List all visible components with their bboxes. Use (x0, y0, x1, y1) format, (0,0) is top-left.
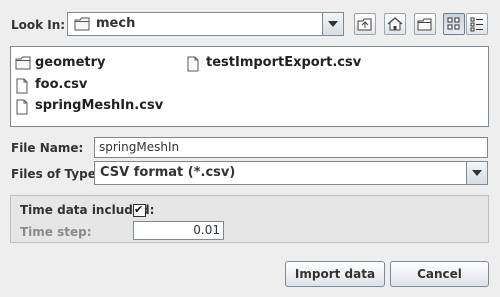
look-in-combo[interactable]: mech (67, 12, 344, 36)
look-in-dropdown-arrow[interactable] (322, 13, 343, 35)
check-mark: ✔ (134, 203, 144, 216)
file-icon (16, 99, 28, 115)
file-icon (187, 56, 199, 72)
files-of-type-combo[interactable]: CSV format (*.csv) (94, 161, 488, 185)
time-step-input[interactable]: 0.01 (133, 221, 224, 240)
file-name: testImportExport.csv (206, 55, 362, 70)
home-button[interactable] (384, 13, 406, 35)
file-list[interactable]: geometry foo.csv springMeshIn.csv testIm… (10, 46, 489, 127)
up-folder-icon (357, 18, 372, 31)
import-data-button[interactable]: Import data (285, 261, 385, 287)
list-item-file[interactable]: springMeshIn.csv (15, 98, 175, 116)
folder-icon (15, 56, 31, 70)
list-item-file[interactable]: testImportExport.csv (186, 55, 386, 73)
files-of-type-label: Files of Type: (11, 167, 101, 181)
up-folder-button[interactable] (354, 13, 376, 35)
home-icon (387, 17, 403, 31)
new-folder-button[interactable] (414, 13, 436, 35)
list-view-icon (447, 17, 460, 30)
folder-icon (74, 17, 90, 31)
list-item-folder[interactable]: geometry (15, 55, 175, 73)
files-of-type-dropdown-arrow[interactable] (466, 162, 487, 184)
list-item-file[interactable]: foo.csv (15, 77, 175, 95)
look-in-label: Look In: (11, 18, 66, 32)
file-name: springMeshIn.csv (35, 98, 164, 113)
list-view-button[interactable] (443, 13, 465, 35)
cancel-button[interactable]: Cancel (390, 261, 489, 287)
file-name: geometry (35, 55, 106, 70)
file-icon (16, 78, 28, 94)
new-folder-icon (417, 18, 432, 31)
file-name-input[interactable]: springMeshIn (94, 137, 488, 158)
file-name-label: File Name: (11, 141, 84, 155)
details-view-button[interactable] (466, 13, 488, 35)
time-step-label: Time step: (20, 225, 92, 239)
time-data-checkbox[interactable]: ✔ (133, 203, 146, 217)
details-view-icon (470, 17, 483, 32)
look-in-value: mech (96, 16, 136, 31)
files-of-type-value: CSV format (*.csv) (100, 165, 236, 180)
options-panel: Time data included: ✔ Time step: 0.01 (10, 195, 489, 243)
file-name: foo.csv (35, 77, 88, 92)
